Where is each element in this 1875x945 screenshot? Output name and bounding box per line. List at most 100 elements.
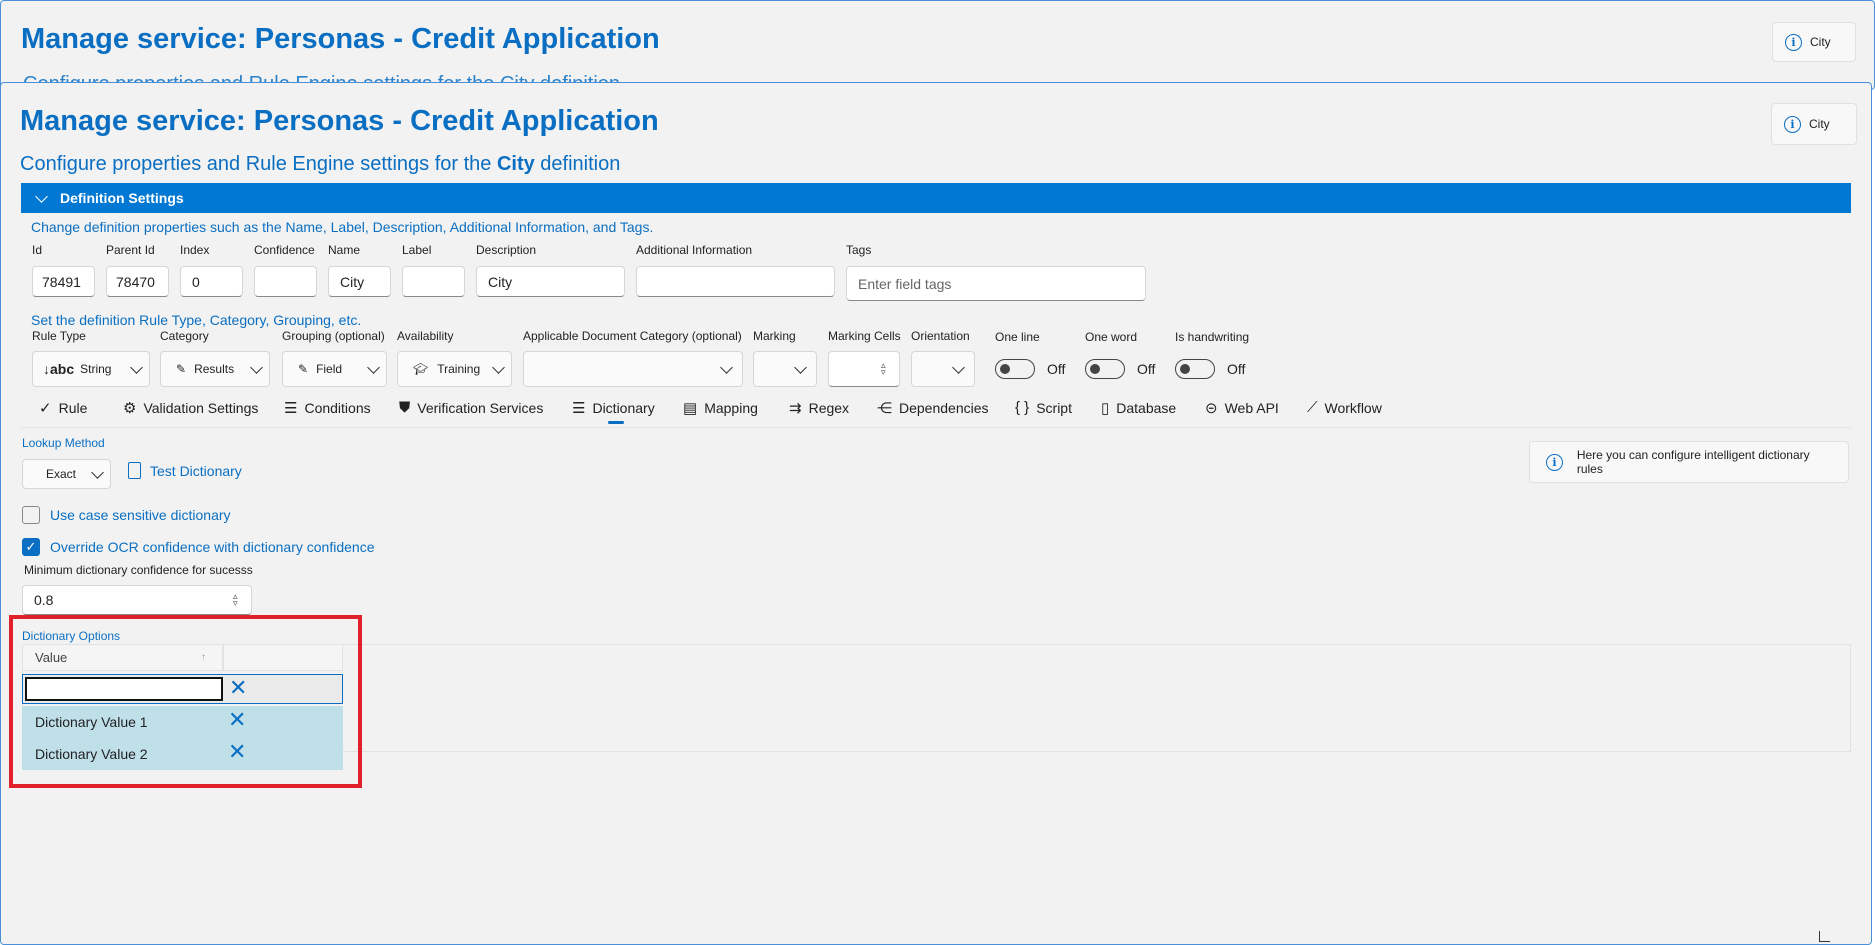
name-field[interactable]: City: [328, 266, 391, 297]
parent-id-field[interactable]: 78470: [106, 266, 169, 297]
category-select[interactable]: ✎ Results: [160, 351, 270, 387]
tab-label: Script: [1036, 399, 1072, 416]
label-name: Name: [328, 243, 361, 257]
tab-mapping[interactable]: ▤ Mapping: [683, 399, 758, 417]
tab-validation-settings[interactable]: ⚙ Validation Settings: [123, 399, 258, 417]
tab-verification-services[interactable]: ⛊ Verification Services: [399, 399, 543, 416]
shield-icon: ⛊: [399, 399, 411, 416]
availability-value: Training: [437, 362, 481, 376]
marking-select[interactable]: [753, 351, 817, 387]
orientation-select[interactable]: [911, 351, 975, 387]
rule-type-select[interactable]: ↓abc String: [32, 351, 150, 387]
override-ocr-label: Override OCR confidence with dictionary …: [50, 539, 375, 555]
tab-database[interactable]: ▯ Database: [1101, 399, 1176, 417]
tab-web-api[interactable]: ⊝ Web API: [1205, 399, 1279, 417]
label-confidence: Confidence: [254, 243, 315, 257]
tab-label: Verification Services: [417, 399, 544, 416]
tab-dictionary[interactable]: ☰ Dictionary: [572, 399, 655, 417]
info-button-label: City: [1809, 117, 1830, 131]
tab-label: Mapping: [704, 400, 758, 416]
info-icon: i: [1784, 115, 1801, 133]
grouping-select[interactable]: ✎ Field: [282, 351, 387, 387]
handwriting-state: Off: [1227, 361, 1246, 377]
lookup-method-select[interactable]: Exact: [22, 459, 111, 489]
description-field[interactable]: City: [476, 266, 625, 297]
calculator-icon: [128, 462, 141, 479]
category-value: Results: [194, 362, 235, 376]
braces-icon: { }: [1015, 399, 1030, 416]
label-label: Label: [402, 243, 432, 257]
validation-icon: ⚙: [123, 400, 137, 417]
info-icon: i: [1546, 453, 1563, 471]
availability-select[interactable]: 🎓︎ Training: [397, 351, 512, 387]
label-id: Id: [32, 243, 43, 257]
id-field[interactable]: 78491: [32, 266, 95, 297]
marking-cells-stepper[interactable]: [828, 351, 900, 387]
label-index: Index: [180, 243, 210, 257]
tab-label: Validation Settings: [143, 400, 259, 416]
tags-input[interactable]: Enter field tags: [846, 266, 1146, 301]
min-confidence-stepper[interactable]: 0.8: [22, 585, 252, 615]
tab-label: Dictionary: [592, 400, 655, 416]
label-grouping: Grouping (optional): [282, 329, 385, 343]
doc-category-select[interactable]: [523, 351, 743, 387]
label-availability: Availability: [397, 329, 454, 343]
override-ocr-checkbox[interactable]: ✓: [22, 538, 40, 556]
definition-settings-header[interactable]: Definition Settings: [21, 183, 1851, 213]
popout-icon[interactable]: [1819, 931, 1830, 942]
tab-regex[interactable]: ⇉ Regex: [789, 399, 849, 417]
rule-desc: Set the definition Rule Type, Category, …: [31, 312, 362, 328]
active-tab-indicator: [608, 421, 624, 424]
label-additional-info: Additional Information: [636, 243, 753, 257]
main-window: Manage service: Personas - Credit Applic…: [0, 82, 1872, 945]
label-marking-cells: Marking Cells: [828, 329, 901, 343]
info-button[interactable]: i City: [1771, 103, 1857, 145]
info-icon: i: [1785, 33, 1802, 51]
one-word-toggle[interactable]: [1085, 359, 1125, 379]
definition-desc: Change definition properties such as the…: [31, 219, 654, 235]
tab-label: Dependencies: [899, 400, 989, 416]
confidence-field[interactable]: [254, 266, 317, 297]
check-icon: ✓: [39, 400, 52, 417]
case-sensitive-label: Use case sensitive dictionary: [50, 507, 231, 523]
web-api-icon: ⊝: [1205, 400, 1218, 417]
index-field[interactable]: 0: [180, 266, 243, 297]
label-field[interactable]: [402, 266, 465, 297]
test-dictionary-label: Test Dictionary: [150, 462, 242, 479]
subtitle-suffix: definition: [534, 153, 621, 175]
abc-sort-icon: ↓abc: [43, 361, 75, 377]
additional-info-field[interactable]: [636, 266, 835, 297]
back-info-label: City: [1810, 35, 1831, 49]
tab-workflow[interactable]: ⟋ Workflow: [1307, 399, 1382, 416]
label-handwriting: Is handwriting: [1175, 330, 1250, 344]
highlight-box: [9, 615, 362, 788]
tab-strip-divider: [21, 427, 1851, 428]
case-sensitive-checkbox[interactable]: [22, 506, 40, 524]
tab-rule[interactable]: ✓ Rule: [39, 399, 87, 417]
stepper-arrows-icon: ▵ ▿: [881, 360, 886, 377]
tab-label: Workflow: [1324, 399, 1382, 416]
test-dictionary-button[interactable]: Test Dictionary: [128, 462, 242, 479]
tab-dependencies[interactable]: ⋲ Dependencies: [877, 399, 989, 417]
label-description: Description: [476, 243, 537, 257]
pen-icon: ✎: [298, 362, 309, 376]
label-one-word: One word: [1085, 330, 1138, 344]
tab-script[interactable]: { } Script: [1015, 399, 1072, 416]
label-doc-category: Applicable Document Category (optional): [523, 329, 742, 343]
tab-label: Conditions: [304, 400, 371, 416]
chevron-down-icon: [492, 361, 505, 374]
one-word-state: Off: [1137, 361, 1156, 377]
workflow-icon: ⟋: [1307, 399, 1318, 416]
pen-icon: ✎: [176, 362, 187, 376]
chevron-down-icon: [91, 466, 104, 479]
handwriting-toggle[interactable]: [1175, 359, 1215, 379]
back-info-button[interactable]: i City: [1772, 22, 1856, 62]
label-marking: Marking: [753, 329, 796, 343]
page-title: Manage service: Personas - Credit Applic…: [20, 105, 659, 137]
one-line-toggle[interactable]: [995, 359, 1035, 379]
tab-label: Rule: [58, 400, 88, 416]
subtitle-bold: City: [496, 153, 535, 175]
label-orientation: Orientation: [911, 329, 970, 343]
tab-conditions[interactable]: ☰ Conditions: [284, 399, 371, 417]
tab-label: Database: [1116, 400, 1177, 416]
